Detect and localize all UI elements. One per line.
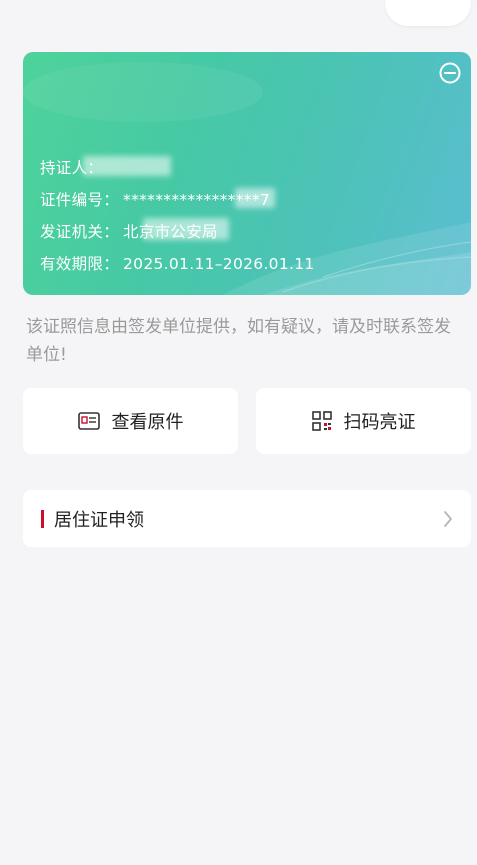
valid-value: 2025.01.11–2026.01.11 <box>123 255 315 273</box>
notice-text: 该证照信息由签发单位提供，如有疑议，请及时联系签发单位! <box>26 317 451 365</box>
scan-show-button[interactable]: 扫码亮证 <box>256 388 471 454</box>
top-action-pill[interactable] <box>385 0 471 26</box>
valid-label: 有效期限： <box>40 255 120 273</box>
apply-label: 居住证申领 <box>54 510 144 531</box>
issuer-label: 发证机关： <box>40 223 120 241</box>
id-label: 证件编号： <box>40 191 120 209</box>
view-original-button[interactable]: 查看原件 <box>23 388 238 454</box>
id-card-icon <box>77 412 100 430</box>
chevron-right-icon <box>444 511 452 527</box>
id-mask <box>235 188 275 208</box>
issuer-mask <box>143 218 229 240</box>
qr-code-icon <box>311 411 332 431</box>
residence-permit-apply-row[interactable]: 居住证申领 <box>23 490 471 547</box>
view-original-label: 查看原件 <box>111 412 184 433</box>
holder-mask <box>83 156 171 176</box>
minus-circle-icon[interactable] <box>439 62 461 84</box>
accent-bar <box>41 510 44 528</box>
residence-permit-card: 持证人： 证件编号：*****************7 发证机关：北京市公安局… <box>23 52 471 295</box>
valid-field: 有效期限： 2025.01.11–2026.01.11 <box>40 252 315 274</box>
scan-show-label: 扫码亮证 <box>343 412 416 433</box>
